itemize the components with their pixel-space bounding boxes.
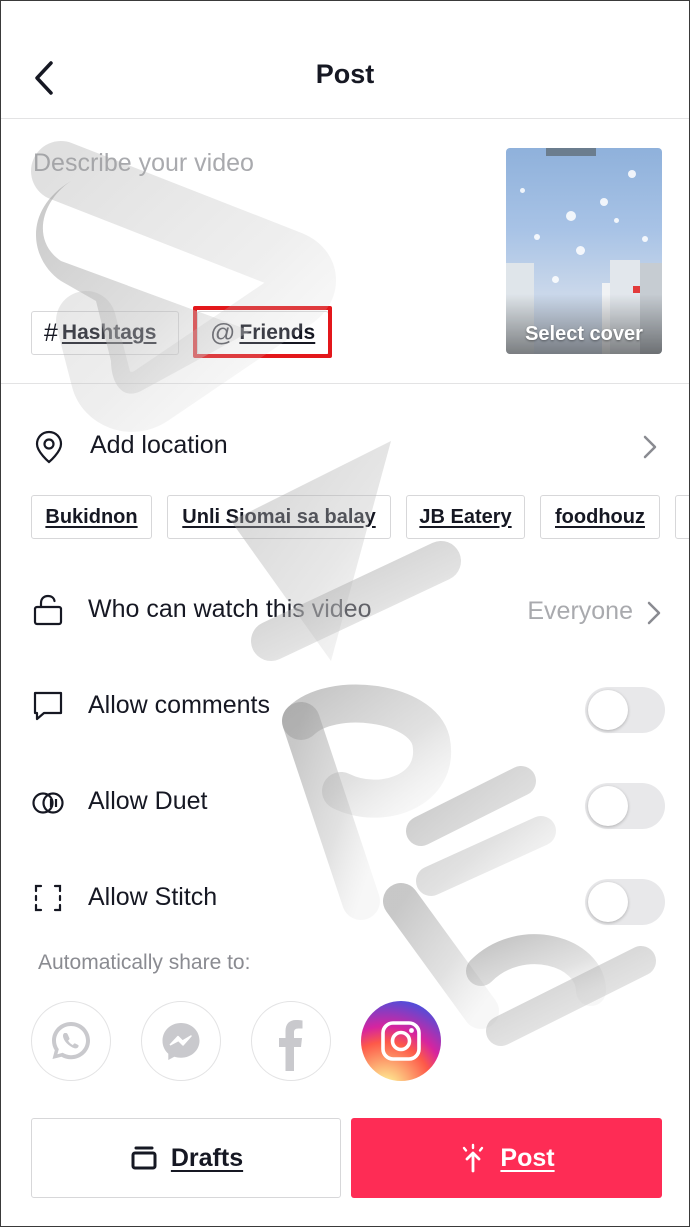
hashtags-button[interactable]: # Hashtags [31,311,179,355]
divider [1,383,689,384]
unlock-icon [33,594,63,626]
cover-thumbnail[interactable]: Select cover [506,148,662,354]
stitch-icon [34,884,62,912]
chevron-right-icon [643,435,657,459]
whatsapp-icon [52,1022,90,1060]
at-icon: @ [210,318,236,347]
select-cover-label: Select cover [525,323,643,345]
chevron-right-icon [647,601,661,625]
description-input[interactable]: Describe your video [33,149,254,178]
privacy-label[interactable]: Who can watch this video [88,595,371,624]
page-title: Post [315,59,375,89]
allow-duet-label: Allow Duet [88,787,208,815]
facebook-icon [279,1020,303,1071]
allow-stitch-label: Allow Stitch [88,883,218,911]
location-chip[interactable]: foodhouz [540,495,660,539]
instagram-icon [381,1021,421,1061]
messenger-icon [162,1023,200,1060]
post-button[interactable]: Post [351,1118,662,1198]
share-facebook-button[interactable] [251,1001,331,1081]
post-upload-icon [463,1143,484,1173]
allow-stitch-toggle[interactable] [585,879,665,925]
location-chip[interactable]: Bukidnon [31,495,152,539]
share-label: Automatically share to: [38,951,251,974]
location-pin-icon [35,430,63,464]
friends-button[interactable]: @ Friends [197,311,329,355]
friends-label: Friends [239,321,316,344]
hash-icon: # [44,318,58,347]
allow-duet-toggle[interactable] [585,783,665,829]
header: Post [1,1,689,119]
post-label: Post [500,1143,555,1172]
share-whatsapp-button[interactable] [31,1001,111,1081]
allow-comments-toggle[interactable] [585,687,665,733]
duet-icon [32,792,64,814]
drafts-button[interactable]: Drafts [31,1118,341,1198]
drafts-icon [131,1146,157,1170]
share-instagram-button[interactable] [361,1001,441,1081]
location-chip[interactable]: JB Eatery [406,495,525,539]
add-location-label: Add location [90,431,228,459]
allow-comments-label: Allow comments [88,691,270,719]
comment-icon [33,691,63,721]
privacy-value[interactable]: Everyone [527,597,633,626]
location-chip-overflow[interactable] [675,495,689,539]
hashtags-label: Hashtags [61,321,157,344]
share-messenger-button[interactable] [141,1001,221,1081]
drafts-label: Drafts [170,1143,244,1172]
post-screen: Post Describe your video Select cover # … [0,0,690,1227]
location-chip[interactable]: Unli Siomai sa balay [167,495,391,539]
